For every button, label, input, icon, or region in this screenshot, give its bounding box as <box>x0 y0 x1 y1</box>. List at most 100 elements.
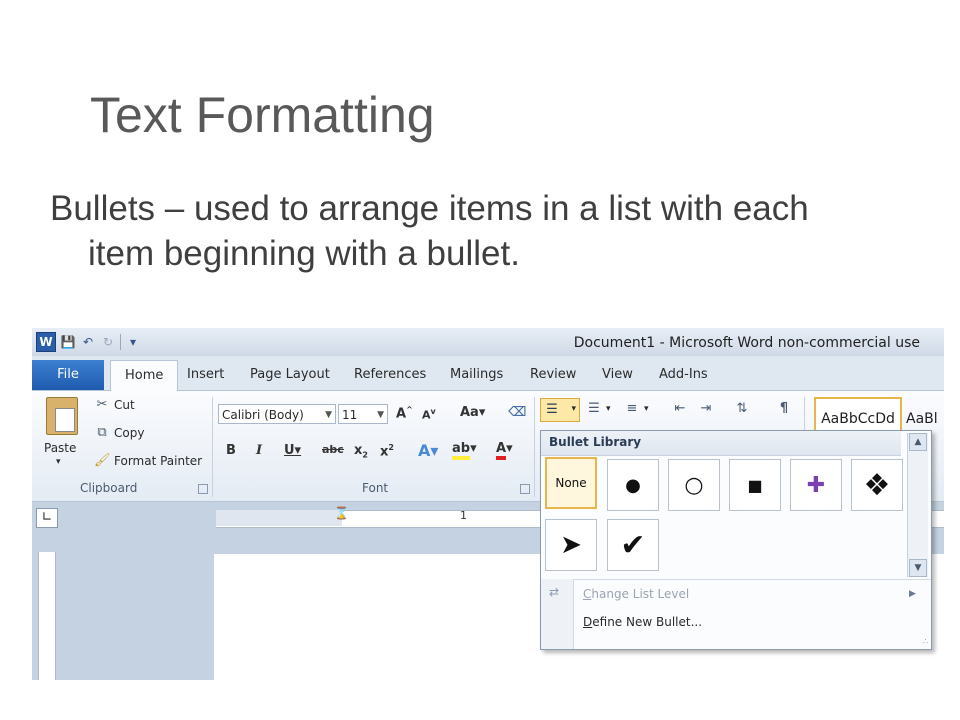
save-icon[interactable]: 💾 <box>60 334 76 350</box>
sort-icon: ⇅ <box>736 401 748 416</box>
multilevel-icon: ≡ <box>626 401 638 416</box>
arrow-icon: ➤ <box>560 530 582 560</box>
cut-icon: ✂ <box>96 397 108 412</box>
italic-icon[interactable]: I <box>256 443 262 458</box>
shrink-font-icon[interactable]: Av <box>422 407 436 422</box>
word-screenshot: W 💾 ↶ ↻ ▾ Document1 - Microsoft Word non… <box>32 328 944 680</box>
font-size-value: 11 <box>342 408 358 422</box>
font-size-combo[interactable]: 11 ▼ <box>338 404 388 424</box>
numbering-icon: ☰ <box>588 401 600 416</box>
scroll-up-icon[interactable]: ▲ <box>909 433 927 451</box>
font-launcher-icon[interactable] <box>520 484 530 494</box>
bold-icon[interactable]: B <box>226 443 236 458</box>
title-bar: W 💾 ↶ ↻ ▾ Document1 - Microsoft Word non… <box>32 328 944 356</box>
diamond-icon: ❖ <box>863 467 891 503</box>
bullet-library-menu: Bullet Library None ● ○ ■ ✚ ❖ ➤ ✔ ▲ ▼ ⇄ … <box>540 430 932 650</box>
clear-formatting-icon[interactable]: ⌫ <box>508 405 526 420</box>
text-effects-icon[interactable]: A▾ <box>418 441 438 460</box>
change-list-level-label: hange List Level <box>591 587 690 601</box>
font-color-icon[interactable]: A▾ <box>496 441 513 460</box>
change-case-icon[interactable]: Aa▾ <box>460 405 485 420</box>
square-icon: ■ <box>747 475 763 495</box>
bullet-option-diamond[interactable]: ❖ <box>851 459 903 511</box>
multilevel-dropdown-icon: ▾ <box>644 404 649 414</box>
font-size-dropdown-icon: ▼ <box>377 410 384 420</box>
tab-add-ins[interactable]: Add-Ins <box>659 360 708 390</box>
tab-page-layout[interactable]: Page Layout <box>250 360 330 390</box>
ruler-mark: 1 <box>460 509 467 522</box>
submenu-arrow-icon: ▶ <box>909 589 916 599</box>
indent-marker-icon[interactable]: ⌛ <box>334 506 349 520</box>
vertical-ruler[interactable] <box>38 552 56 680</box>
slide-body-line-2: item beginning with a bullet. <box>88 234 520 273</box>
copy-button[interactable]: ⧉ Copy <box>94 425 144 441</box>
checkmark-icon: ✔ <box>620 527 646 563</box>
undo-icon[interactable]: ↶ <box>80 334 96 350</box>
resize-grip-icon[interactable]: ∴ <box>923 637 928 646</box>
word-logo-icon[interactable]: W <box>36 332 56 352</box>
numbering-button[interactable]: ☰ ▾ <box>586 401 610 417</box>
bullet-option-checkmark[interactable]: ✔ <box>607 519 659 571</box>
highlight-icon[interactable]: ab▾ <box>452 441 477 460</box>
bullet-library-title: Bullet Library <box>549 435 642 449</box>
grow-font-icon[interactable]: A^ <box>396 405 413 421</box>
decrease-indent-button[interactable]: ⇤ <box>672 401 688 417</box>
bullet-option-square[interactable]: ■ <box>729 459 781 511</box>
underline-icon[interactable]: U▾ <box>284 443 301 458</box>
slide-body-line-1: Bullets – used to arrange items in a lis… <box>50 189 809 228</box>
redo-icon[interactable]: ↻ <box>100 334 116 350</box>
hollow-circle-icon: ○ <box>684 472 704 498</box>
show-hide-button[interactable]: ¶ <box>776 401 792 417</box>
bullet-option-arrow[interactable]: ➤ <box>545 519 597 571</box>
tab-selector-icon[interactable]: ∟ <box>36 508 58 528</box>
clipboard-launcher-icon[interactable] <box>198 484 208 494</box>
clipboard-group-label: Clipboard <box>80 481 138 495</box>
bullet-option-colored-cross[interactable]: ✚ <box>790 459 842 511</box>
sort-button[interactable]: ⇅ <box>734 401 750 417</box>
tab-insert[interactable]: Insert <box>187 360 224 390</box>
quick-access-toolbar: W 💾 ↶ ↻ ▾ <box>36 332 141 352</box>
bullet-option-none[interactable]: None <box>545 457 597 509</box>
superscript-icon[interactable]: x2 <box>380 443 394 459</box>
tab-view[interactable]: View <box>602 360 633 390</box>
multilevel-button[interactable]: ≡ ▾ <box>624 401 649 417</box>
font-group-label: Font <box>362 481 389 495</box>
bullet-library-header: Bullet Library <box>541 431 901 456</box>
change-list-level-item[interactable]: Change List Level <box>583 587 689 601</box>
colored-cross-icon: ✚ <box>806 472 826 498</box>
group-divider <box>212 397 213 497</box>
none-label: None <box>555 476 587 490</box>
font-name-dropdown-icon: ▼ <box>325 410 332 420</box>
strikethrough-icon[interactable]: abc <box>322 443 344 456</box>
tab-file[interactable]: File <box>32 360 104 390</box>
copy-icon: ⧉ <box>97 425 107 440</box>
subscript-icon[interactable]: x2 <box>354 443 368 460</box>
font-name-combo[interactable]: Calibri (Body) ▼ <box>218 404 336 424</box>
copy-label: Copy <box>114 426 145 440</box>
paste-icon[interactable] <box>46 397 78 435</box>
tab-mailings[interactable]: Mailings <box>450 360 503 390</box>
window-title: Document1 - Microsoft Word non-commercia… <box>573 335 920 351</box>
cut-label: Cut <box>114 398 135 412</box>
ruler-margin <box>216 510 342 526</box>
tab-home[interactable]: Home <box>110 360 179 392</box>
customize-icon[interactable]: ▾ <box>125 334 141 350</box>
decrease-indent-icon: ⇤ <box>674 401 686 416</box>
increase-indent-button[interactable]: ⇥ <box>698 401 714 417</box>
define-new-bullet-accelerator: D <box>583 615 593 629</box>
bullet-option-hollow-circle[interactable]: ○ <box>668 459 720 511</box>
group-divider <box>534 397 535 497</box>
scroll-down-icon[interactable]: ▼ <box>909 559 927 577</box>
bullet-option-filled-circle[interactable]: ● <box>607 459 659 511</box>
paste-dropdown-icon[interactable]: ▾ <box>56 457 61 467</box>
bullet-library-scrollbar[interactable]: ▲ ▼ <box>907 433 928 577</box>
tab-review[interactable]: Review <box>530 360 576 390</box>
slide-title: Text Formatting <box>90 87 435 143</box>
cut-button[interactable]: ✂ Cut <box>94 397 135 413</box>
bullets-button[interactable]: ☰ ▾ <box>540 398 580 422</box>
tab-references[interactable]: References <box>354 360 426 390</box>
define-new-bullet-item[interactable]: Define New Bullet... <box>583 615 702 629</box>
paste-button[interactable]: Paste <box>44 441 76 455</box>
format-painter-button[interactable]: 🖌 Format Painter <box>94 453 202 469</box>
define-new-bullet-label: efine New Bullet... <box>592 615 703 629</box>
